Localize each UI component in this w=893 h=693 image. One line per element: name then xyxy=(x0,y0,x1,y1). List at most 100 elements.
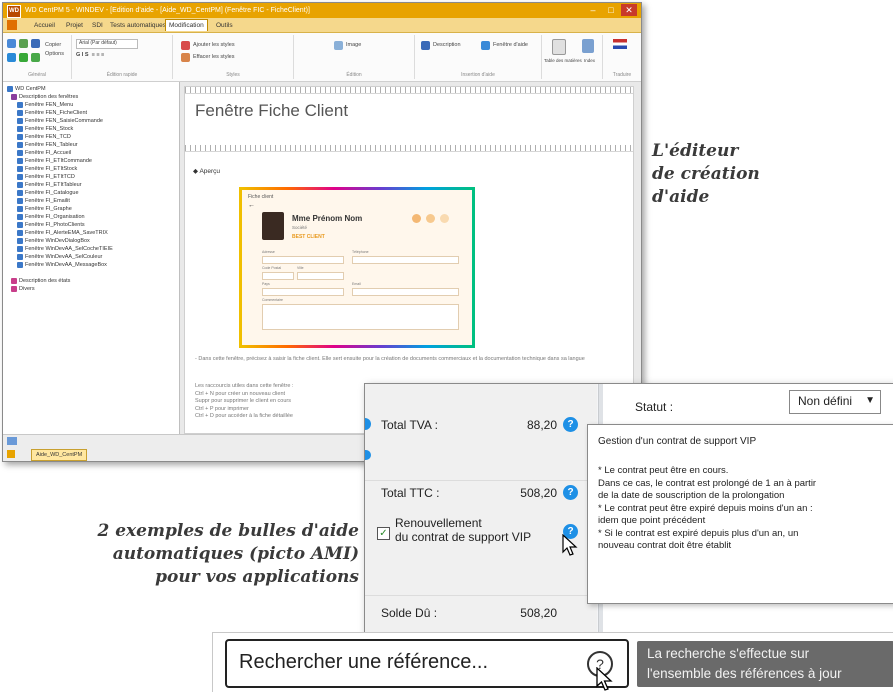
tree-item-label: Fenêtre FI_Catalogue xyxy=(25,190,79,196)
tree-group-etats[interactable]: Description des états xyxy=(11,277,70,285)
toc-button[interactable]: Table des matières xyxy=(544,57,582,65)
image-button[interactable]: Image xyxy=(346,41,361,49)
preview-label-commentaire: Commentaire xyxy=(262,298,284,302)
tree-item-label: Fenêtre WinDevDialogBox xyxy=(25,238,90,244)
tooltip-line: * Si le contrat est expiré depuis plus d… xyxy=(598,527,799,539)
statut-dropdown-value: Non défini xyxy=(798,394,853,408)
font-select[interactable]: Arial (Par défaut) xyxy=(76,39,138,49)
ribbon-group-general: Copier Options Général xyxy=(3,35,72,79)
tree-item-window[interactable]: Fenêtre FI_Catalogue xyxy=(17,189,79,197)
flag-icon[interactable] xyxy=(613,39,627,49)
group-label-general: Général xyxy=(28,72,46,78)
tree-item-window[interactable]: Fenêtre FI_AlerteEMA_SaveTRIX xyxy=(17,229,108,237)
tree-item-window[interactable]: Fenêtre WinDevAA_SelCouleur xyxy=(17,253,102,261)
ruler-middle xyxy=(185,145,633,152)
window-icon xyxy=(17,149,23,156)
side-marker xyxy=(365,418,371,430)
remove-styles-button[interactable]: Effacer les styles xyxy=(193,53,234,61)
description-button[interactable]: Description xyxy=(433,41,461,49)
ruler-top xyxy=(185,87,633,94)
minimize-button[interactable]: – xyxy=(585,4,601,16)
tree-item-window[interactable]: Fenêtre FEN_FicheClient xyxy=(17,109,87,117)
index-button[interactable]: Index xyxy=(584,57,595,65)
tooltip-line: nouveau contrat doit être établit xyxy=(598,540,732,551)
maximize-button[interactable]: □ xyxy=(603,4,619,16)
save-icon[interactable] xyxy=(31,39,40,48)
copy-button[interactable]: Copier xyxy=(45,41,61,49)
help-icon[interactable]: ? xyxy=(563,485,578,500)
vip-help-tooltip: Gestion d'un contrat de support VIP * Le… xyxy=(587,424,893,604)
project-tree: WD CentPM Description des fenêtres Descr… xyxy=(3,82,180,434)
window-frame-button[interactable]: Fenêtre d'aide xyxy=(493,41,528,49)
tree-group-label: Description des états xyxy=(19,278,71,284)
tooltip-line: l'ensemble des références à jour xyxy=(647,666,842,681)
menu-bar: Accueil Projet SDI Tests automatiques Mo… xyxy=(3,18,641,33)
tab-modification[interactable]: Modification xyxy=(165,19,208,31)
window-icon xyxy=(17,117,23,124)
tree-group-divers[interactable]: Divers xyxy=(11,285,35,293)
app-menu-icon[interactable] xyxy=(7,20,17,30)
tree-item-window[interactable]: Fenêtre FI_Accueil xyxy=(17,149,71,157)
tree-item-window[interactable]: Fenêtre FEN_SaisieCommande xyxy=(17,117,103,125)
project-icon xyxy=(7,85,13,92)
tree-item-window[interactable]: Fenêtre FI_Graphe xyxy=(17,205,72,213)
tree-item-window[interactable]: Fenêtre WinDevAA_MessageBox xyxy=(17,261,107,269)
tree-item-window[interactable]: Fenêtre WinDevDialogBox xyxy=(17,237,90,245)
back-icon[interactable] xyxy=(7,53,16,62)
go-icon[interactable] xyxy=(19,53,28,62)
tree-root[interactable]: WD CentPM xyxy=(7,85,46,93)
style-add-icon xyxy=(181,41,190,50)
tree-item-window[interactable]: Fenêtre FEN_Tableur xyxy=(17,141,78,149)
caption-line: pour vos applications xyxy=(155,567,359,587)
document-page[interactable]: Fenêtre Fiche Client ◆ Aperçu Fiche clie… xyxy=(184,86,634,434)
renewal-checkbox[interactable]: ✓ xyxy=(377,527,390,540)
tree-item-window[interactable]: Fenêtre FI_Organisation xyxy=(17,213,85,221)
vip-contract-window: Total TVA : 88,20 ? Total TTC : 508,20 ?… xyxy=(364,383,893,636)
tree-item-window[interactable]: Fenêtre FI_PhotoClients xyxy=(17,221,85,229)
tab-sdi[interactable]: SDI xyxy=(89,20,106,31)
font-select-value: Arial (Par défaut) xyxy=(79,40,117,46)
tree-item-window[interactable]: Fenêtre WinDevAA_SelCocheTIEIE xyxy=(17,245,113,253)
document-tab[interactable]: Aide_WD_CentPM xyxy=(31,449,88,461)
window-icon xyxy=(17,261,23,268)
window-icon xyxy=(17,253,23,260)
window-icon xyxy=(17,189,23,196)
insert-styles-button[interactable]: Ajouter les styles xyxy=(193,41,235,49)
open-icon[interactable] xyxy=(19,39,28,48)
tree-group-fenetres[interactable]: Description des fenêtres xyxy=(11,93,78,101)
new-icon[interactable] xyxy=(7,39,16,48)
style-remove-icon xyxy=(181,53,190,62)
search-input-placeholder: Rechercher une référence... xyxy=(239,651,489,673)
tab-accueil[interactable]: Accueil xyxy=(31,20,58,31)
caption-line: d'aide xyxy=(652,187,710,207)
total-ttc-value: 508,20 xyxy=(520,486,557,500)
format-buttons[interactable]: G I S ≡ ≡ ≡ xyxy=(76,51,104,59)
tree-item-label: Fenêtre FI_Organisation xyxy=(25,214,85,220)
total-tva-value: 88,20 xyxy=(526,418,557,432)
tree-item-window[interactable]: Fenêtre FI_Emailit xyxy=(17,197,70,205)
preview-label-ville: Ville xyxy=(297,266,304,270)
tree-item-window[interactable]: Fenêtre FEN_TCD xyxy=(17,133,71,141)
pane-toggle-icon[interactable] xyxy=(7,437,17,445)
tab-outils[interactable]: Outils xyxy=(213,20,236,31)
tree-item-window[interactable]: Fenêtre FEN_Stock xyxy=(17,125,73,133)
title-bar: WD WD CentPM 5 - WINDEV - [Edition d'aid… xyxy=(3,3,641,18)
help-icon[interactable]: ? xyxy=(563,417,578,432)
shortcut-line: Ctrl + N pour créer un nouveau client xyxy=(195,390,286,397)
tree-item-window[interactable]: Fenêtre FEN_Menu xyxy=(17,101,73,109)
close-button[interactable]: ✕ xyxy=(621,4,637,16)
mouse-cursor-icon xyxy=(596,667,613,691)
tab-projet[interactable]: Projet xyxy=(63,20,86,31)
run-icon[interactable] xyxy=(31,53,40,62)
back-arrow-icon: ← xyxy=(248,202,255,209)
divider xyxy=(365,480,597,481)
tree-item-window[interactable]: Fenêtre FI_ETItTableur xyxy=(17,181,82,189)
toc-icon xyxy=(552,39,566,55)
tab-tests-automatiques[interactable]: Tests automatiques xyxy=(107,20,169,31)
search-input[interactable]: Rechercher une référence... ? xyxy=(225,639,629,691)
tree-item-window[interactable]: Fenêtre FI_ETItStock xyxy=(17,165,77,173)
statut-dropdown[interactable]: Non défini ▼ xyxy=(789,390,881,414)
options-button[interactable]: Options xyxy=(45,50,64,58)
tree-item-window[interactable]: Fenêtre FI_ETItTCD xyxy=(17,173,75,181)
tree-item-window[interactable]: Fenêtre FI_ETItCommande xyxy=(17,157,92,165)
